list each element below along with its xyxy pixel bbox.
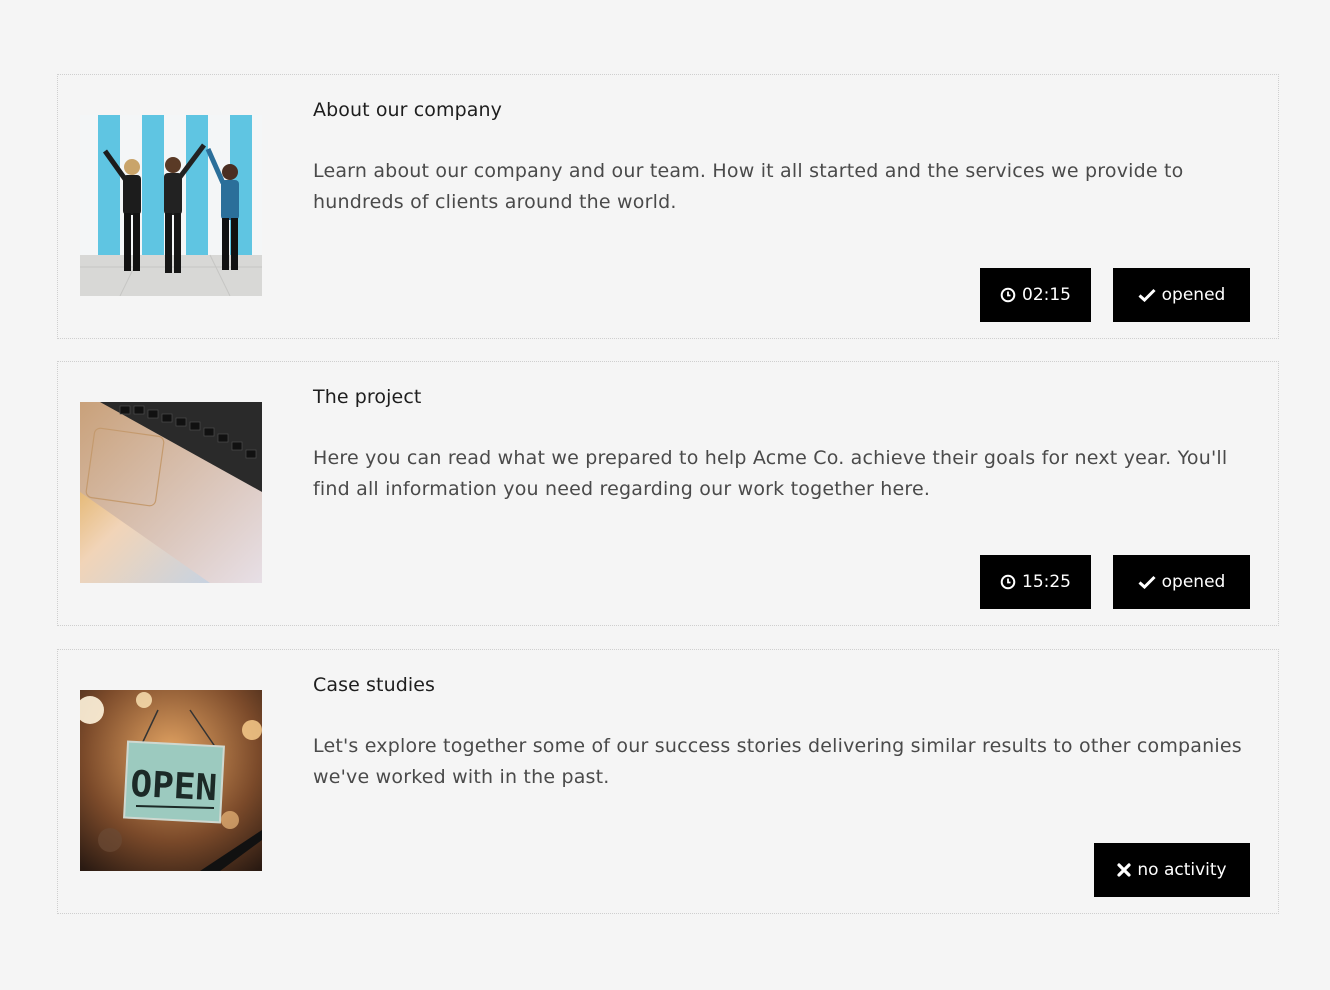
status-label: no activity bbox=[1137, 860, 1227, 880]
check-icon bbox=[1138, 288, 1156, 302]
clock-icon bbox=[1000, 574, 1016, 590]
item-description: Let's explore together some of our succe… bbox=[313, 735, 1242, 788]
list-item[interactable]: The project Here you can read what we pr… bbox=[57, 361, 1279, 626]
status-button[interactable]: no activity bbox=[1094, 843, 1250, 897]
item-title: About our company bbox=[313, 99, 503, 121]
item-description: Learn about our company and our team. Ho… bbox=[313, 160, 1184, 213]
time-button[interactable]: 15:25 bbox=[980, 555, 1091, 609]
time-label: 02:15 bbox=[1022, 285, 1071, 305]
item-actions: no activity bbox=[1094, 843, 1250, 897]
status-button[interactable]: opened bbox=[1113, 268, 1250, 322]
open-sign-text: OPEN bbox=[129, 764, 218, 809]
clock-icon bbox=[1000, 287, 1016, 303]
time-label: 15:25 bbox=[1022, 572, 1071, 592]
item-actions: 02:15 opened bbox=[980, 268, 1250, 322]
status-label: opened bbox=[1161, 572, 1226, 592]
item-actions: 15:25 opened bbox=[980, 555, 1250, 609]
status-button[interactable]: opened bbox=[1113, 555, 1250, 609]
list-item[interactable]: OPEN Case studies Let's explore together… bbox=[57, 649, 1279, 914]
status-label: opened bbox=[1161, 285, 1226, 305]
item-title: The project bbox=[313, 386, 422, 408]
list-item[interactable]: About our company Learn about our compan… bbox=[57, 74, 1279, 339]
people-walking-photo bbox=[80, 115, 262, 296]
item-description: Here you can read what we prepared to he… bbox=[313, 447, 1228, 500]
x-icon bbox=[1117, 863, 1131, 877]
laptop-keyboard-photo bbox=[80, 402, 262, 583]
content-list: About our company Learn about our compan… bbox=[57, 74, 1279, 936]
time-button[interactable]: 02:15 bbox=[980, 268, 1091, 322]
item-title: Case studies bbox=[313, 674, 436, 696]
open-sign-photo: OPEN bbox=[80, 690, 262, 871]
check-icon bbox=[1138, 575, 1156, 589]
